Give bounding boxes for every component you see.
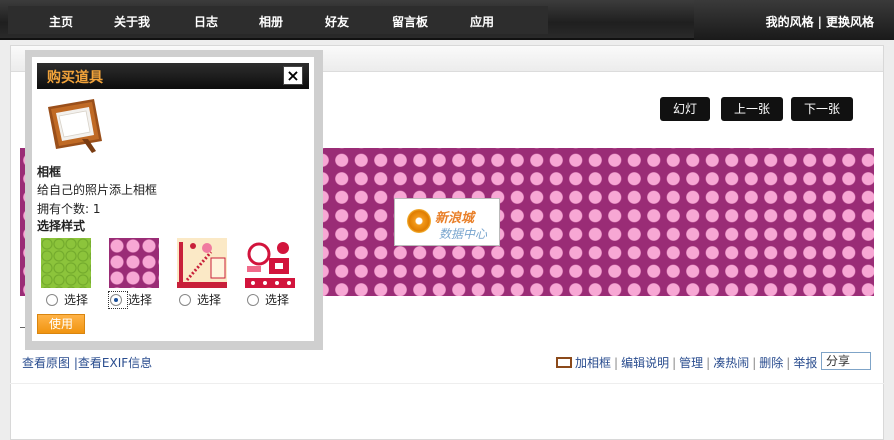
action-separator: | <box>672 356 677 370</box>
option-label: 选择 <box>64 293 89 307</box>
radio-button[interactable] <box>179 294 191 306</box>
nav-item-about[interactable]: 关于我 <box>114 13 150 30</box>
prev-photo-button[interactable]: 上一张 <box>721 97 783 121</box>
nav-item-friends[interactable]: 好友 <box>325 13 349 30</box>
photo-frame-icon <box>48 99 102 153</box>
style-separator: | <box>817 15 822 29</box>
photo-info-links: 查看原图 |查看EXIF信息 <box>22 354 152 371</box>
style-option-2[interactable]: 选择 <box>108 291 153 309</box>
nav-item-home[interactable]: 主页 <box>49 13 73 30</box>
nav-item-album[interactable]: 相册 <box>259 13 283 30</box>
manage-link[interactable]: 管理 <box>679 356 703 370</box>
buy-item-dialog: 购买道具 × 相框 给自己的照片添上相框 拥有个数: 1 选择样式 选择 选择 … <box>32 57 314 341</box>
nav-item-blog[interactable]: 日志 <box>194 13 218 30</box>
view-exif-link[interactable]: 查看EXIF信息 <box>78 356 152 370</box>
dialog-title-bar[interactable]: 购买道具 × <box>37 63 309 89</box>
dialog-title: 购买道具 <box>47 70 103 86</box>
frame-icon <box>556 357 572 368</box>
option-label: 选择 <box>265 293 290 307</box>
top-nav-bar: 主页 关于我 日志 相册 好友 留言板 应用 我的风格 | 更换风格 <box>0 0 894 40</box>
radio-button-selected[interactable] <box>110 294 122 306</box>
action-separator: | <box>706 356 711 370</box>
watermark-line1: 新浪城 <box>435 211 475 226</box>
action-separator: | <box>752 356 757 370</box>
join-fun-link[interactable]: 凑热闹 <box>713 356 749 370</box>
nav-item-guestbook[interactable]: 留言板 <box>392 13 428 30</box>
share-button[interactable]: 分享 <box>821 352 871 370</box>
style-swatch-green[interactable] <box>41 238 91 288</box>
delete-link[interactable]: 删除 <box>759 356 783 370</box>
sun-logo-icon <box>407 209 431 233</box>
watermark-line2: 数据中心 <box>439 227 488 241</box>
owned-count: 拥有个数: 1 <box>37 202 101 216</box>
style-option-1[interactable]: 选择 <box>44 291 88 307</box>
slideshow-button[interactable]: 幻灯 <box>660 97 710 121</box>
my-style-link[interactable]: 我的风格 <box>766 15 814 29</box>
style-swatch-purple-dots[interactable] <box>109 238 159 288</box>
view-original-link[interactable]: 查看原图 <box>22 356 70 370</box>
change-style-link[interactable]: 更换风格 <box>826 15 874 29</box>
action-separator: | <box>614 356 619 370</box>
next-photo-button[interactable]: 下一张 <box>791 97 853 121</box>
style-option-4[interactable]: 选择 <box>245 291 289 307</box>
photo-action-links: 加相框 | 编辑说明 | 管理 | 凑热闹 | 删除 | 举报 <box>556 354 817 370</box>
action-separator: | <box>786 356 791 370</box>
style-swatch-ornate-red[interactable] <box>177 238 227 288</box>
style-option-3[interactable]: 选择 <box>177 291 221 307</box>
option-label: 选择 <box>197 293 222 307</box>
nav-item-apps[interactable]: 应用 <box>470 13 494 30</box>
item-name: 相框 <box>37 165 62 179</box>
edit-caption-link[interactable]: 编辑说明 <box>621 356 669 370</box>
item-description: 给自己的照片添上相框 <box>37 183 158 197</box>
style-links: 我的风格 | 更换风格 <box>766 13 874 30</box>
radio-button[interactable] <box>46 294 58 306</box>
use-button[interactable]: 使用 <box>37 314 85 334</box>
style-swatch-red-pattern[interactable] <box>245 238 295 288</box>
choose-style-heading: 选择样式 <box>37 219 86 233</box>
add-frame-link[interactable]: 加相框 <box>575 356 611 370</box>
radio-button[interactable] <box>247 294 259 306</box>
option-label: 选择 <box>128 293 153 307</box>
watermark-logo: 新浪城 数据中心 <box>394 198 500 246</box>
content-divider <box>10 383 884 384</box>
close-icon[interactable]: × <box>283 66 303 85</box>
report-link[interactable]: 举报 <box>793 356 817 370</box>
